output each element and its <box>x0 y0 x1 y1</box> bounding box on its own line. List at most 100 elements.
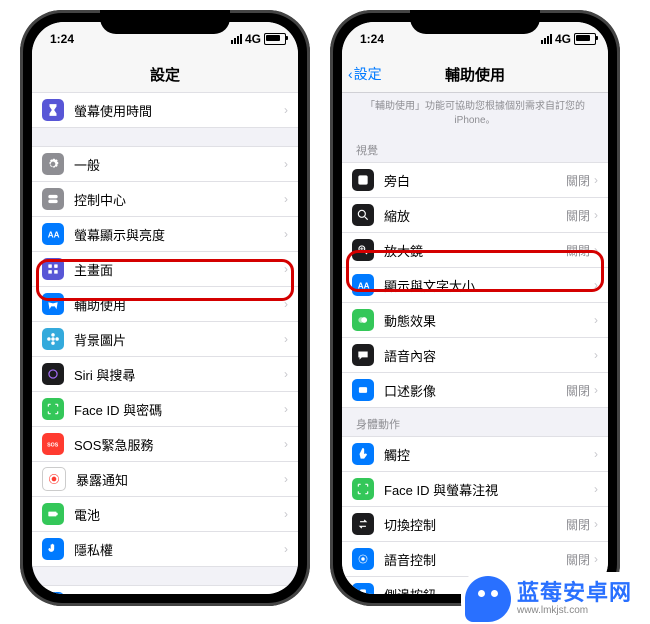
notch <box>100 10 230 34</box>
chevron-right-icon: › <box>284 507 288 521</box>
row-zoom[interactable]: 縮放關閉› <box>342 198 608 233</box>
chevron-right-icon: › <box>594 348 598 362</box>
network-label: 4G <box>245 32 261 46</box>
hourglass-icon <box>42 99 64 121</box>
chevron-right-icon: › <box>284 262 288 276</box>
battery-icon <box>42 503 64 525</box>
page-title: 輔助使用 <box>445 64 505 85</box>
chevron-right-icon: › <box>284 402 288 416</box>
touch-icon <box>352 443 374 465</box>
chevron-right-icon: › <box>284 157 288 171</box>
row-touch[interactable]: 觸控› <box>342 436 608 472</box>
chevron-right-icon: › <box>284 297 288 311</box>
logo-text-url: www.lmkjst.com <box>517 606 632 616</box>
row-audiodesc[interactable]: 口述影像關閉› <box>342 373 608 408</box>
row-sos[interactable]: SOS SOS緊急服務› <box>32 427 298 462</box>
row-switchcontrol[interactable]: 切換控制關閉› <box>342 507 608 542</box>
chevron-right-icon: › <box>284 437 288 451</box>
row-motion[interactable]: 動態效果› <box>342 303 608 338</box>
battery-icon <box>264 33 286 45</box>
logo-icon <box>465 576 511 622</box>
chevron-right-icon: › <box>284 367 288 381</box>
chevron-right-icon: › <box>594 517 598 531</box>
accessibility-icon <box>42 293 64 315</box>
row-magnifier[interactable]: 放大鏡關閉› <box>342 233 608 268</box>
svg-text:AA: AA <box>48 231 60 240</box>
row-textsize[interactable]: AA 顯示與文字大小› <box>342 268 608 303</box>
navbar-accessibility: ‹設定 輔助使用 <box>342 56 608 93</box>
audio-desc-icon <box>352 379 374 401</box>
chevron-right-icon: › <box>284 542 288 556</box>
row-siri[interactable]: Siri 與搜尋› <box>32 357 298 392</box>
network-label: 4G <box>555 32 571 46</box>
page-title: 設定 <box>150 64 180 85</box>
flower-icon <box>42 328 64 350</box>
appstore-icon <box>42 592 64 594</box>
sidebutton-icon <box>352 583 374 594</box>
notch <box>410 10 540 34</box>
chevron-right-icon: › <box>594 447 598 461</box>
back-button[interactable]: ‹設定 <box>348 64 382 84</box>
chevron-right-icon: › <box>284 227 288 241</box>
chevron-right-icon: › <box>594 552 598 566</box>
battery-icon <box>574 33 596 45</box>
row-display[interactable]: AA 螢幕顯示與亮度› <box>32 217 298 252</box>
row-screentime[interactable]: 螢幕使用時間› <box>32 92 298 128</box>
section-body: 身體動作 <box>342 408 608 436</box>
faceid-icon <box>352 478 374 500</box>
watermark-logo: 蓝莓安卓网 www.lmkjst.com <box>461 572 640 624</box>
row-spoken[interactable]: 語音內容› <box>342 338 608 373</box>
hand-icon <box>42 538 64 560</box>
row-homescreen[interactable]: 主畫面› <box>32 252 298 287</box>
navbar-settings: 設定 <box>32 56 298 93</box>
svg-text:SOS: SOS <box>47 442 59 448</box>
section-visual: 視覺 <box>342 134 608 162</box>
switch-icon <box>352 513 374 535</box>
row-exposure[interactable]: 暴露通知› <box>32 462 298 497</box>
chevron-right-icon: › <box>594 208 598 222</box>
signal-icon <box>231 34 242 44</box>
page-description: 「輔助使用」功能可協助您根據個別需求自訂您的iPhone。 <box>342 92 608 134</box>
row-general[interactable]: 一般› <box>32 146 298 182</box>
chevron-right-icon: › <box>594 383 598 397</box>
phone-right: 1:24 4G ‹設定 輔助使用 「輔助使用」功能可協助您根據個別需求自訂您的i… <box>330 10 620 606</box>
siri-icon <box>42 363 64 385</box>
chevron-right-icon: › <box>284 472 288 486</box>
faceid-icon <box>42 398 64 420</box>
chevron-right-icon: › <box>594 278 598 292</box>
row-faceid-attention[interactable]: Face ID 與螢幕注視› <box>342 472 608 507</box>
row-accessibility[interactable]: 輔助使用› <box>32 287 298 322</box>
gear-icon <box>42 153 64 175</box>
chevron-right-icon: › <box>284 332 288 346</box>
chevron-right-icon: › <box>284 103 288 117</box>
chevron-left-icon: ‹ <box>348 66 353 82</box>
exposure-icon <box>42 467 66 491</box>
signal-icon <box>541 34 552 44</box>
chevron-right-icon: › <box>594 313 598 327</box>
voiceover-icon <box>352 169 374 191</box>
chevron-right-icon: › <box>594 243 598 257</box>
voice-icon <box>352 548 374 570</box>
text-size-icon: AA <box>352 274 374 296</box>
row-privacy[interactable]: 隱私權› <box>32 532 298 567</box>
row-appstore[interactable]: App Store› <box>32 585 298 594</box>
logo-text-cn: 蓝莓安卓网 <box>517 582 632 604</box>
row-faceid[interactable]: Face ID 與密碼› <box>32 392 298 427</box>
sos-icon: SOS <box>42 433 64 455</box>
chevron-right-icon: › <box>284 192 288 206</box>
row-wallpaper[interactable]: 背景圖片› <box>32 322 298 357</box>
grid-icon <box>42 258 64 280</box>
motion-icon <box>352 309 374 331</box>
speech-icon <box>352 344 374 366</box>
magnifier-icon <box>352 239 374 261</box>
row-battery[interactable]: 電池› <box>32 497 298 532</box>
phone-left: 1:24 4G 設定 螢幕使用時間› 一般› <box>20 10 310 606</box>
chevron-right-icon: › <box>594 173 598 187</box>
zoom-icon <box>352 204 374 226</box>
chevron-right-icon: › <box>594 482 598 496</box>
status-time: 1:24 <box>354 32 384 46</box>
row-controlcenter[interactable]: 控制中心› <box>32 182 298 217</box>
svg-text:AA: AA <box>358 282 370 291</box>
row-voiceover[interactable]: 旁白關閉› <box>342 162 608 198</box>
text-size-icon: AA <box>42 223 64 245</box>
